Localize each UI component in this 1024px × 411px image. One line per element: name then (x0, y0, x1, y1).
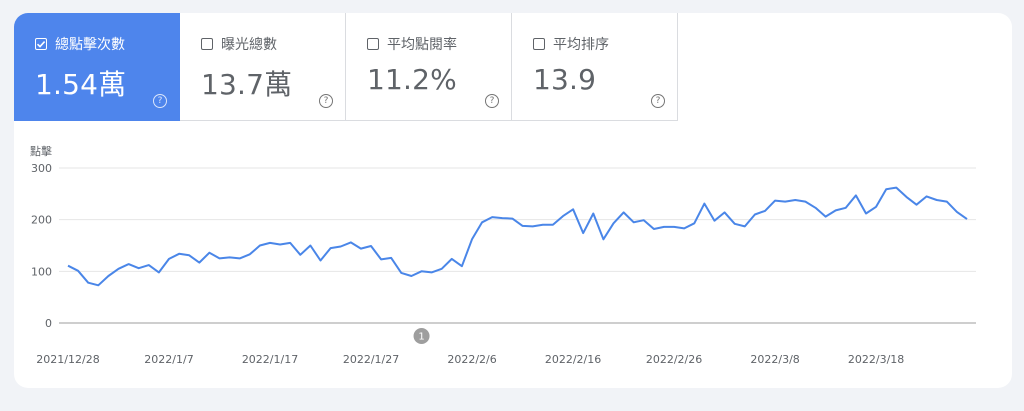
annotation-marker[interactable]: 1 (413, 328, 430, 344)
y-tick-labels: 0 100 200 300 (31, 162, 52, 330)
y-axis-title: 點擊 (30, 144, 52, 158)
y-tick-label: 300 (31, 162, 52, 175)
x-tick-labels: 2021/12/28 2022/1/7 2022/1/17 2022/1/27 2022… (36, 353, 904, 366)
x-tick-label: 2022/3/18 (848, 353, 904, 366)
series-line-clicks (67, 186, 968, 287)
x-tick-label: 2022/1/27 (343, 353, 399, 366)
x-tick-label: 2022/1/17 (242, 353, 298, 366)
y-tick-label: 100 (31, 265, 52, 278)
annotation-label: 1 (418, 332, 424, 343)
y-tick-label: 200 (31, 214, 52, 227)
x-tick-label: 2022/3/8 (750, 353, 799, 366)
y-tick-label: 0 (45, 317, 52, 330)
x-tick-label: 2022/1/7 (144, 353, 193, 366)
x-tick-label: 2022/2/26 (646, 353, 702, 366)
clicks-line-chart: 點擊 0 100 200 300 2021/12/28 2022/1/7 2022/1/1… (30, 144, 976, 366)
gridlines (59, 167, 976, 324)
x-tick-label: 2022/2/6 (447, 353, 496, 366)
x-tick-label: 2021/12/28 (36, 353, 99, 366)
performance-card: 總點擊次數 1.54萬 ? 曝光總數 13.7萬 ? 平均點閱率 11.2% ? (14, 13, 1012, 388)
x-tick-label: 2022/2/16 (545, 353, 601, 366)
